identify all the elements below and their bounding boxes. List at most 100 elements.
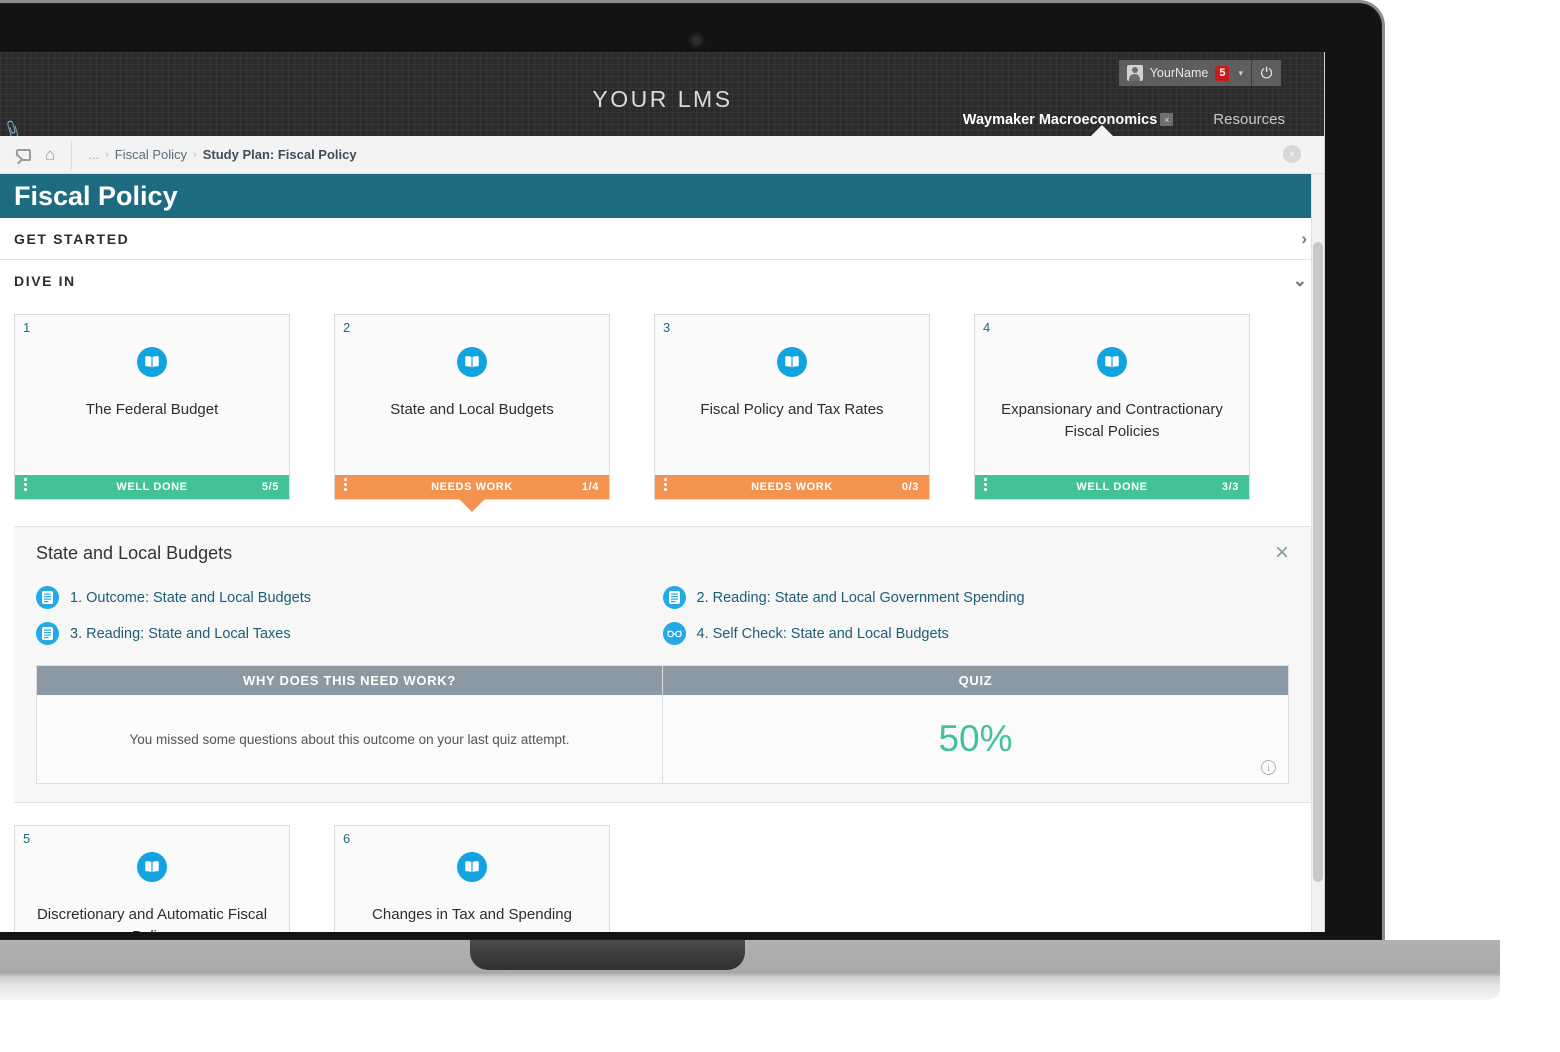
list-item[interactable]: 1. Outcome: State and Local Budgets bbox=[36, 586, 663, 609]
tab-label: Resources bbox=[1213, 111, 1285, 128]
info-icon[interactable]: i bbox=[1261, 760, 1276, 775]
outcome-table: WHY DOES THIS NEED WORK? You missed some… bbox=[36, 665, 1289, 784]
scrollbar-track[interactable] bbox=[1311, 174, 1325, 932]
tab-resources[interactable]: Resources bbox=[1213, 111, 1285, 128]
status-label: WELL DONE bbox=[1076, 481, 1148, 493]
table-cell: 50% i bbox=[663, 695, 1288, 783]
breadcrumb-item-current: Study Plan: Fiscal Policy bbox=[202, 147, 357, 162]
card-number: 6 bbox=[343, 831, 351, 846]
study-card-5[interactable]: 5 Discretionary and Automatic Fiscal Pol… bbox=[14, 825, 290, 932]
breadcrumb: ... › Fiscal Policy › Study Plan: Fiscal… bbox=[72, 147, 356, 162]
glasses-icon bbox=[662, 622, 686, 645]
list-item[interactable]: 3. Reading: State and Local Taxes bbox=[36, 622, 663, 645]
study-card-6[interactable]: 6 Changes in Tax and Spending bbox=[334, 825, 610, 932]
book-icon bbox=[137, 347, 167, 377]
list-item-label: 4. Self Check: State and Local Budgets bbox=[696, 625, 949, 642]
chevron-right-icon[interactable]: › bbox=[1301, 229, 1307, 249]
breadcrumb-icons: ⌂ bbox=[0, 146, 71, 163]
close-icon[interactable]: × bbox=[1275, 541, 1289, 565]
avatar bbox=[1126, 65, 1143, 81]
notification-badge[interactable]: 5 bbox=[1215, 65, 1230, 81]
chevron-down-icon[interactable]: ▾ bbox=[1238, 68, 1243, 79]
book-icon bbox=[457, 852, 487, 882]
table-cell: You missed some questions about this out… bbox=[37, 695, 662, 783]
page-body: Fiscal Policy GET STARTED › DIVE IN ⌄ 1 bbox=[0, 174, 1325, 932]
tab-waymaker-macroeconomics[interactable]: Waymaker Macroeconomics × bbox=[963, 112, 1174, 128]
list-item-label: 2. Reading: State and Local Government S… bbox=[696, 589, 1025, 606]
book-icon bbox=[137, 852, 167, 882]
breadcrumb-bar: ⌂ ... › Fiscal Policy › Study Plan: Fisc… bbox=[0, 136, 1325, 174]
card-title: Discretionary and Automatic Fiscal Polic… bbox=[36, 906, 268, 932]
status-label: WELL DONE bbox=[116, 481, 188, 493]
breadcrumb-item-fiscal-policy[interactable]: Fiscal Policy bbox=[115, 147, 187, 162]
scrollbar-thumb[interactable] bbox=[1313, 242, 1323, 882]
study-card-4[interactable]: 4 Expansionary and Contractionary Fiscal… bbox=[974, 314, 1250, 500]
section-label: DIVE IN bbox=[14, 273, 76, 289]
quiz-score: 50% bbox=[938, 718, 1013, 759]
menu-dots-icon[interactable] bbox=[344, 478, 347, 491]
list-item-label: 3. Reading: State and Local Taxes bbox=[70, 625, 291, 642]
outcome-detail-panel: State and Local Budgets × 1. Outcome: St… bbox=[14, 526, 1311, 803]
study-card-3[interactable]: 3 Fiscal Policy and Tax Rates NEEDS WORK… bbox=[654, 314, 930, 500]
table-column-quiz: QUIZ 50% i bbox=[663, 666, 1288, 783]
user-menu-button[interactable]: YourName 5 ▾ bbox=[1118, 60, 1251, 86]
card-title: Expansionary and Contractionary Fiscal P… bbox=[1001, 401, 1223, 440]
column-header: QUIZ bbox=[663, 666, 1288, 695]
lms-title: YOUR LMS bbox=[592, 86, 733, 112]
home-icon[interactable]: ⌂ bbox=[45, 146, 55, 163]
notes-icon[interactable] bbox=[16, 148, 31, 161]
laptop-base bbox=[0, 940, 1500, 1000]
section-get-started[interactable]: GET STARTED › bbox=[0, 218, 1325, 260]
chevron-right-icon: › bbox=[105, 148, 109, 161]
menu-dots-icon[interactable] bbox=[984, 478, 987, 491]
close-icon[interactable]: × bbox=[1160, 113, 1174, 126]
document-icon bbox=[36, 622, 59, 645]
list-item[interactable]: 2. Reading: State and Local Government S… bbox=[662, 586, 1290, 609]
card-number: 2 bbox=[343, 320, 351, 335]
card-title: Changes in Tax and Spending bbox=[372, 906, 572, 923]
study-plan-cards: 1 The Federal Budget WELL DONE 5/5 2 Sta… bbox=[0, 302, 1325, 932]
card-body: Expansionary and Contractionary Fiscal P… bbox=[975, 315, 1249, 475]
list-item-label: 1. Outcome: State and Local Budgets bbox=[70, 589, 312, 606]
card-title: The Federal Budget bbox=[85, 401, 219, 418]
close-icon[interactable]: × bbox=[1283, 145, 1301, 163]
list-item[interactable]: 4. Self Check: State and Local Budgets bbox=[662, 622, 1290, 645]
status-badge[interactable]: NEEDS WORK 0/3 bbox=[655, 475, 929, 499]
study-card-2[interactable]: 2 State and Local Budgets NEEDS WORK 1/4 bbox=[334, 314, 610, 512]
book-icon bbox=[777, 347, 807, 377]
status-score: 5/5 bbox=[261, 481, 279, 493]
status-score: 3/3 bbox=[1221, 481, 1239, 493]
card-number: 4 bbox=[983, 320, 991, 335]
card-row-1: 1 The Federal Budget WELL DONE 5/5 2 Sta… bbox=[14, 314, 1311, 512]
table-column-why: WHY DOES THIS NEED WORK? You missed some… bbox=[37, 666, 663, 783]
status-badge[interactable]: WELL DONE 3/3 bbox=[975, 475, 1249, 499]
book-icon bbox=[1097, 347, 1127, 377]
card-row-2: 5 Discretionary and Automatic Fiscal Pol… bbox=[14, 825, 1311, 932]
status-label: NEEDS WORK bbox=[431, 481, 513, 493]
top-navigation-bar: YOUR LMS 📎 YourName 5 ▾ ⏻ Waymaker Macro… bbox=[0, 52, 1325, 141]
status-score: 1/4 bbox=[581, 481, 599, 493]
user-name: YourName bbox=[1149, 66, 1209, 80]
status-badge[interactable]: WELL DONE 5/5 bbox=[15, 475, 289, 499]
menu-dots-icon[interactable] bbox=[24, 478, 27, 491]
study-card-1[interactable]: 1 The Federal Budget WELL DONE 5/5 bbox=[14, 314, 290, 500]
power-icon[interactable]: ⏻ bbox=[1251, 60, 1281, 86]
section-dive-in[interactable]: DIVE IN ⌄ bbox=[0, 260, 1325, 302]
page-title: Fiscal Policy bbox=[0, 174, 1325, 218]
tab-label: Waymaker Macroeconomics bbox=[962, 111, 1158, 128]
why-text: You missed some questions about this out… bbox=[129, 731, 570, 747]
card-number: 1 bbox=[23, 320, 31, 335]
detail-title: State and Local Budgets bbox=[36, 543, 233, 563]
chevron-down-icon[interactable]: ⌄ bbox=[1293, 271, 1307, 291]
screen-edge bbox=[1324, 52, 1325, 932]
section-label: GET STARTED bbox=[14, 230, 130, 247]
detail-item-list: 1. Outcome: State and Local Budgets 2. R… bbox=[36, 586, 1289, 658]
card-body: Discretionary and Automatic Fiscal Polic… bbox=[15, 826, 289, 932]
document-icon bbox=[36, 586, 59, 609]
breadcrumb-item-ellipsis[interactable]: ... bbox=[88, 147, 99, 162]
document-icon bbox=[662, 586, 686, 609]
status-badge[interactable]: NEEDS WORK 1/4 bbox=[335, 475, 609, 512]
user-menu-bar: YourName 5 ▾ ⏻ bbox=[1118, 60, 1281, 86]
menu-dots-icon[interactable] bbox=[664, 478, 667, 491]
status-score: 0/3 bbox=[901, 481, 919, 493]
